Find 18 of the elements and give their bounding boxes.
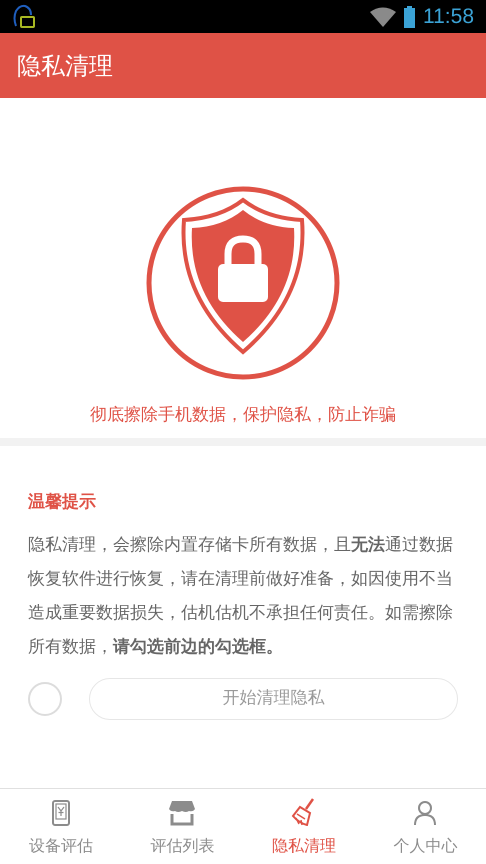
chat-app-icon xyxy=(12,4,36,30)
wifi-icon xyxy=(370,6,396,26)
shield-lock-icon xyxy=(146,186,340,380)
header-title: 隐私清理 xyxy=(17,50,113,82)
notice-title: 温馨提示 xyxy=(28,491,97,514)
broom-icon xyxy=(290,798,317,826)
battery-icon xyxy=(404,6,415,28)
shop-icon xyxy=(168,800,196,826)
phone-icon xyxy=(52,800,70,826)
tab-item[interactable]: 评估列表 xyxy=(122,789,243,864)
confirm-checkbox[interactable] xyxy=(28,682,62,716)
person-icon xyxy=(413,800,438,826)
tab-item[interactable]: 个人中心 xyxy=(364,789,486,864)
tab-item[interactable]: 设备评估 xyxy=(0,789,122,864)
status-time: 11:58 xyxy=(423,4,474,30)
tagline: 彻底擦除手机数据，保护隐私，防止诈骗 xyxy=(90,404,396,427)
notice-text: 隐私清理，会擦除内置存储卡所有数据，且无法通过数据恢复软件进行恢复，请在清理前做好准备，如因使用不当造成重要数据损失，估机估机不承担任何责任。如需擦除所有数据，请勾选前边的勾选框。 xyxy=(28,534,454,658)
tab-item[interactable]: 隐私清理 xyxy=(243,789,364,864)
